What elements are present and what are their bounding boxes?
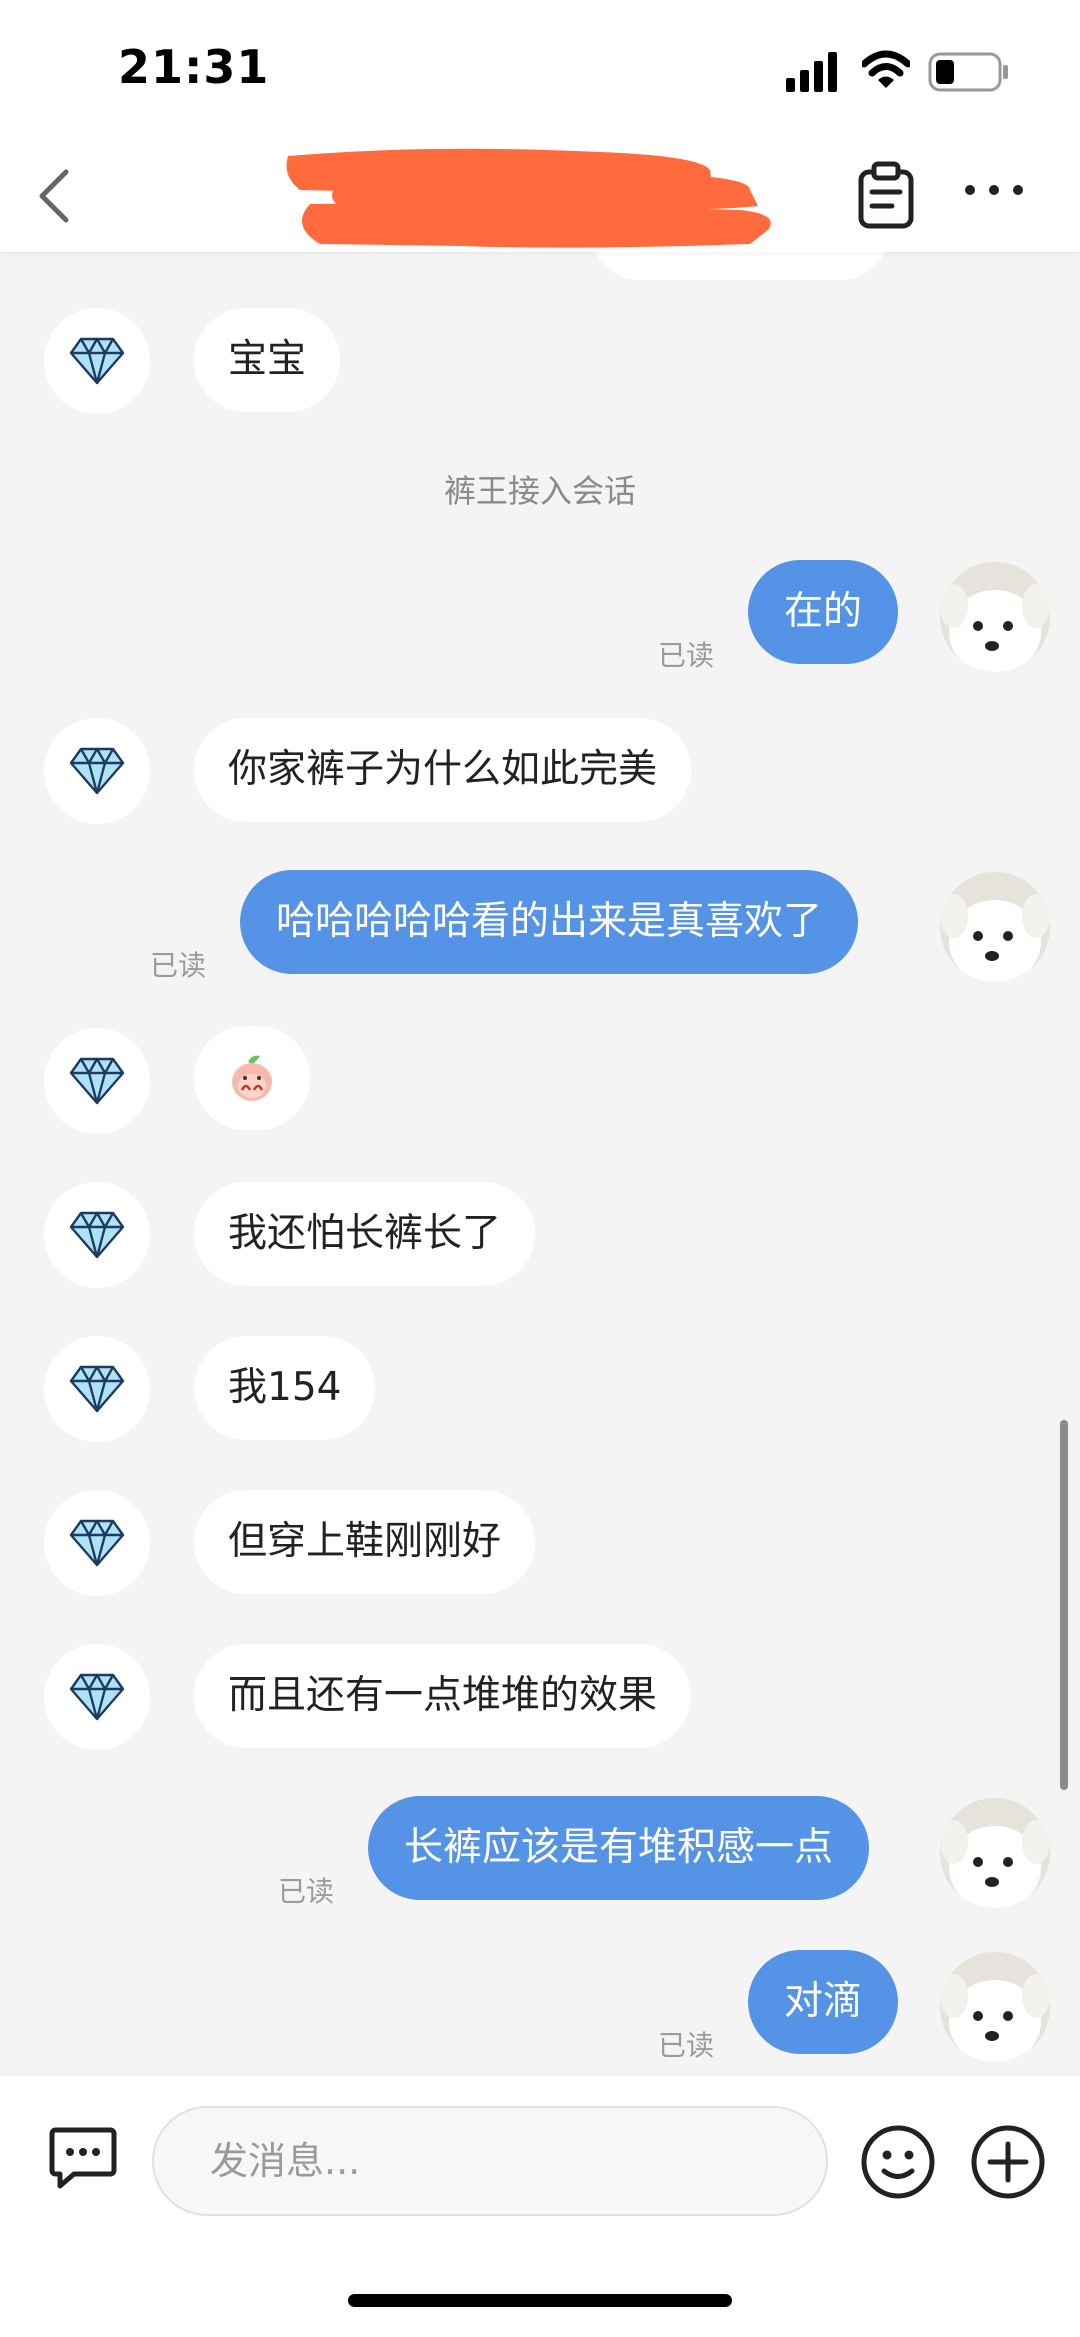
- sticker-bubble: [194, 1026, 310, 1130]
- message-bubble: 你家裤子为什么如此完美: [194, 718, 692, 822]
- diamond-icon: [69, 1057, 125, 1105]
- avatar[interactable]: [44, 1644, 150, 1750]
- puppy-avatar[interactable]: [940, 562, 1050, 672]
- message-input[interactable]: 发消息...: [152, 2106, 828, 2216]
- chat-bubble-icon[interactable]: [48, 2126, 118, 2190]
- read-status: 已读: [658, 639, 715, 672]
- avatar[interactable]: [44, 1490, 150, 1596]
- cellular-signal-icon: [786, 52, 837, 92]
- read-status: 已读: [150, 949, 207, 982]
- redacted-title: [286, 148, 771, 248]
- chevron-left-icon[interactable]: [32, 166, 76, 226]
- status-bar: 21:31: [0, 0, 1080, 140]
- scrollbar[interactable]: [1060, 1420, 1068, 1790]
- avatar[interactable]: [44, 308, 150, 414]
- diamond-icon: [69, 337, 125, 385]
- avatar[interactable]: [44, 1182, 150, 1288]
- message-bubble: 对滴: [748, 1950, 899, 2054]
- input-bar: 发消息...: [0, 2076, 1080, 2337]
- message-bubble: 宝宝: [194, 308, 341, 412]
- read-status: 已读: [658, 2029, 715, 2062]
- message-bubble: 但穿上鞋刚刚好: [194, 1490, 536, 1594]
- more-dots-icon[interactable]: [964, 180, 1024, 200]
- message-bubble: 我还怕长裤长了: [194, 1182, 536, 1286]
- chat-header: [0, 140, 1080, 252]
- wifi-icon: [862, 50, 910, 88]
- diamond-icon: [69, 1365, 125, 1413]
- battery-icon: [928, 52, 1008, 92]
- message-list[interactable]: 宝宝 裤王接入会话 已读 在的 你家裤子为什么如此完美 已读 哈哈哈哈哈看的出来…: [0, 252, 1080, 2076]
- read-status: 已读: [278, 1875, 335, 1908]
- home-indicator[interactable]: [348, 2294, 732, 2307]
- message-bubble: 而且还有一点堆堆的效果: [194, 1644, 692, 1748]
- diamond-icon: [69, 1673, 125, 1721]
- diamond-icon: [69, 747, 125, 795]
- message-bubble: 我154: [194, 1336, 376, 1440]
- message-bubble: 长裤应该是有堆积感一点: [368, 1796, 870, 1900]
- system-message: 裤王接入会话: [443, 472, 636, 510]
- puppy-avatar[interactable]: [940, 1798, 1050, 1908]
- diamond-icon: [69, 1211, 125, 1259]
- plus-circle-icon[interactable]: [970, 2124, 1046, 2200]
- message-bubble: 在的: [748, 560, 899, 664]
- clipboard-icon[interactable]: [856, 160, 916, 230]
- puppy-avatar[interactable]: [940, 872, 1050, 982]
- diamond-icon: [69, 1519, 125, 1567]
- smiley-icon[interactable]: [860, 2124, 936, 2200]
- peach-sticker: [232, 1055, 272, 1101]
- avatar[interactable]: [44, 1028, 150, 1134]
- status-time: 21:31: [118, 40, 270, 94]
- avatar[interactable]: [44, 1336, 150, 1442]
- avatar[interactable]: [44, 718, 150, 824]
- message-bubble: 哈哈哈哈哈看的出来是真喜欢了: [240, 870, 859, 974]
- partial-message-bubble: [590, 252, 890, 280]
- puppy-avatar[interactable]: [940, 1952, 1050, 2062]
